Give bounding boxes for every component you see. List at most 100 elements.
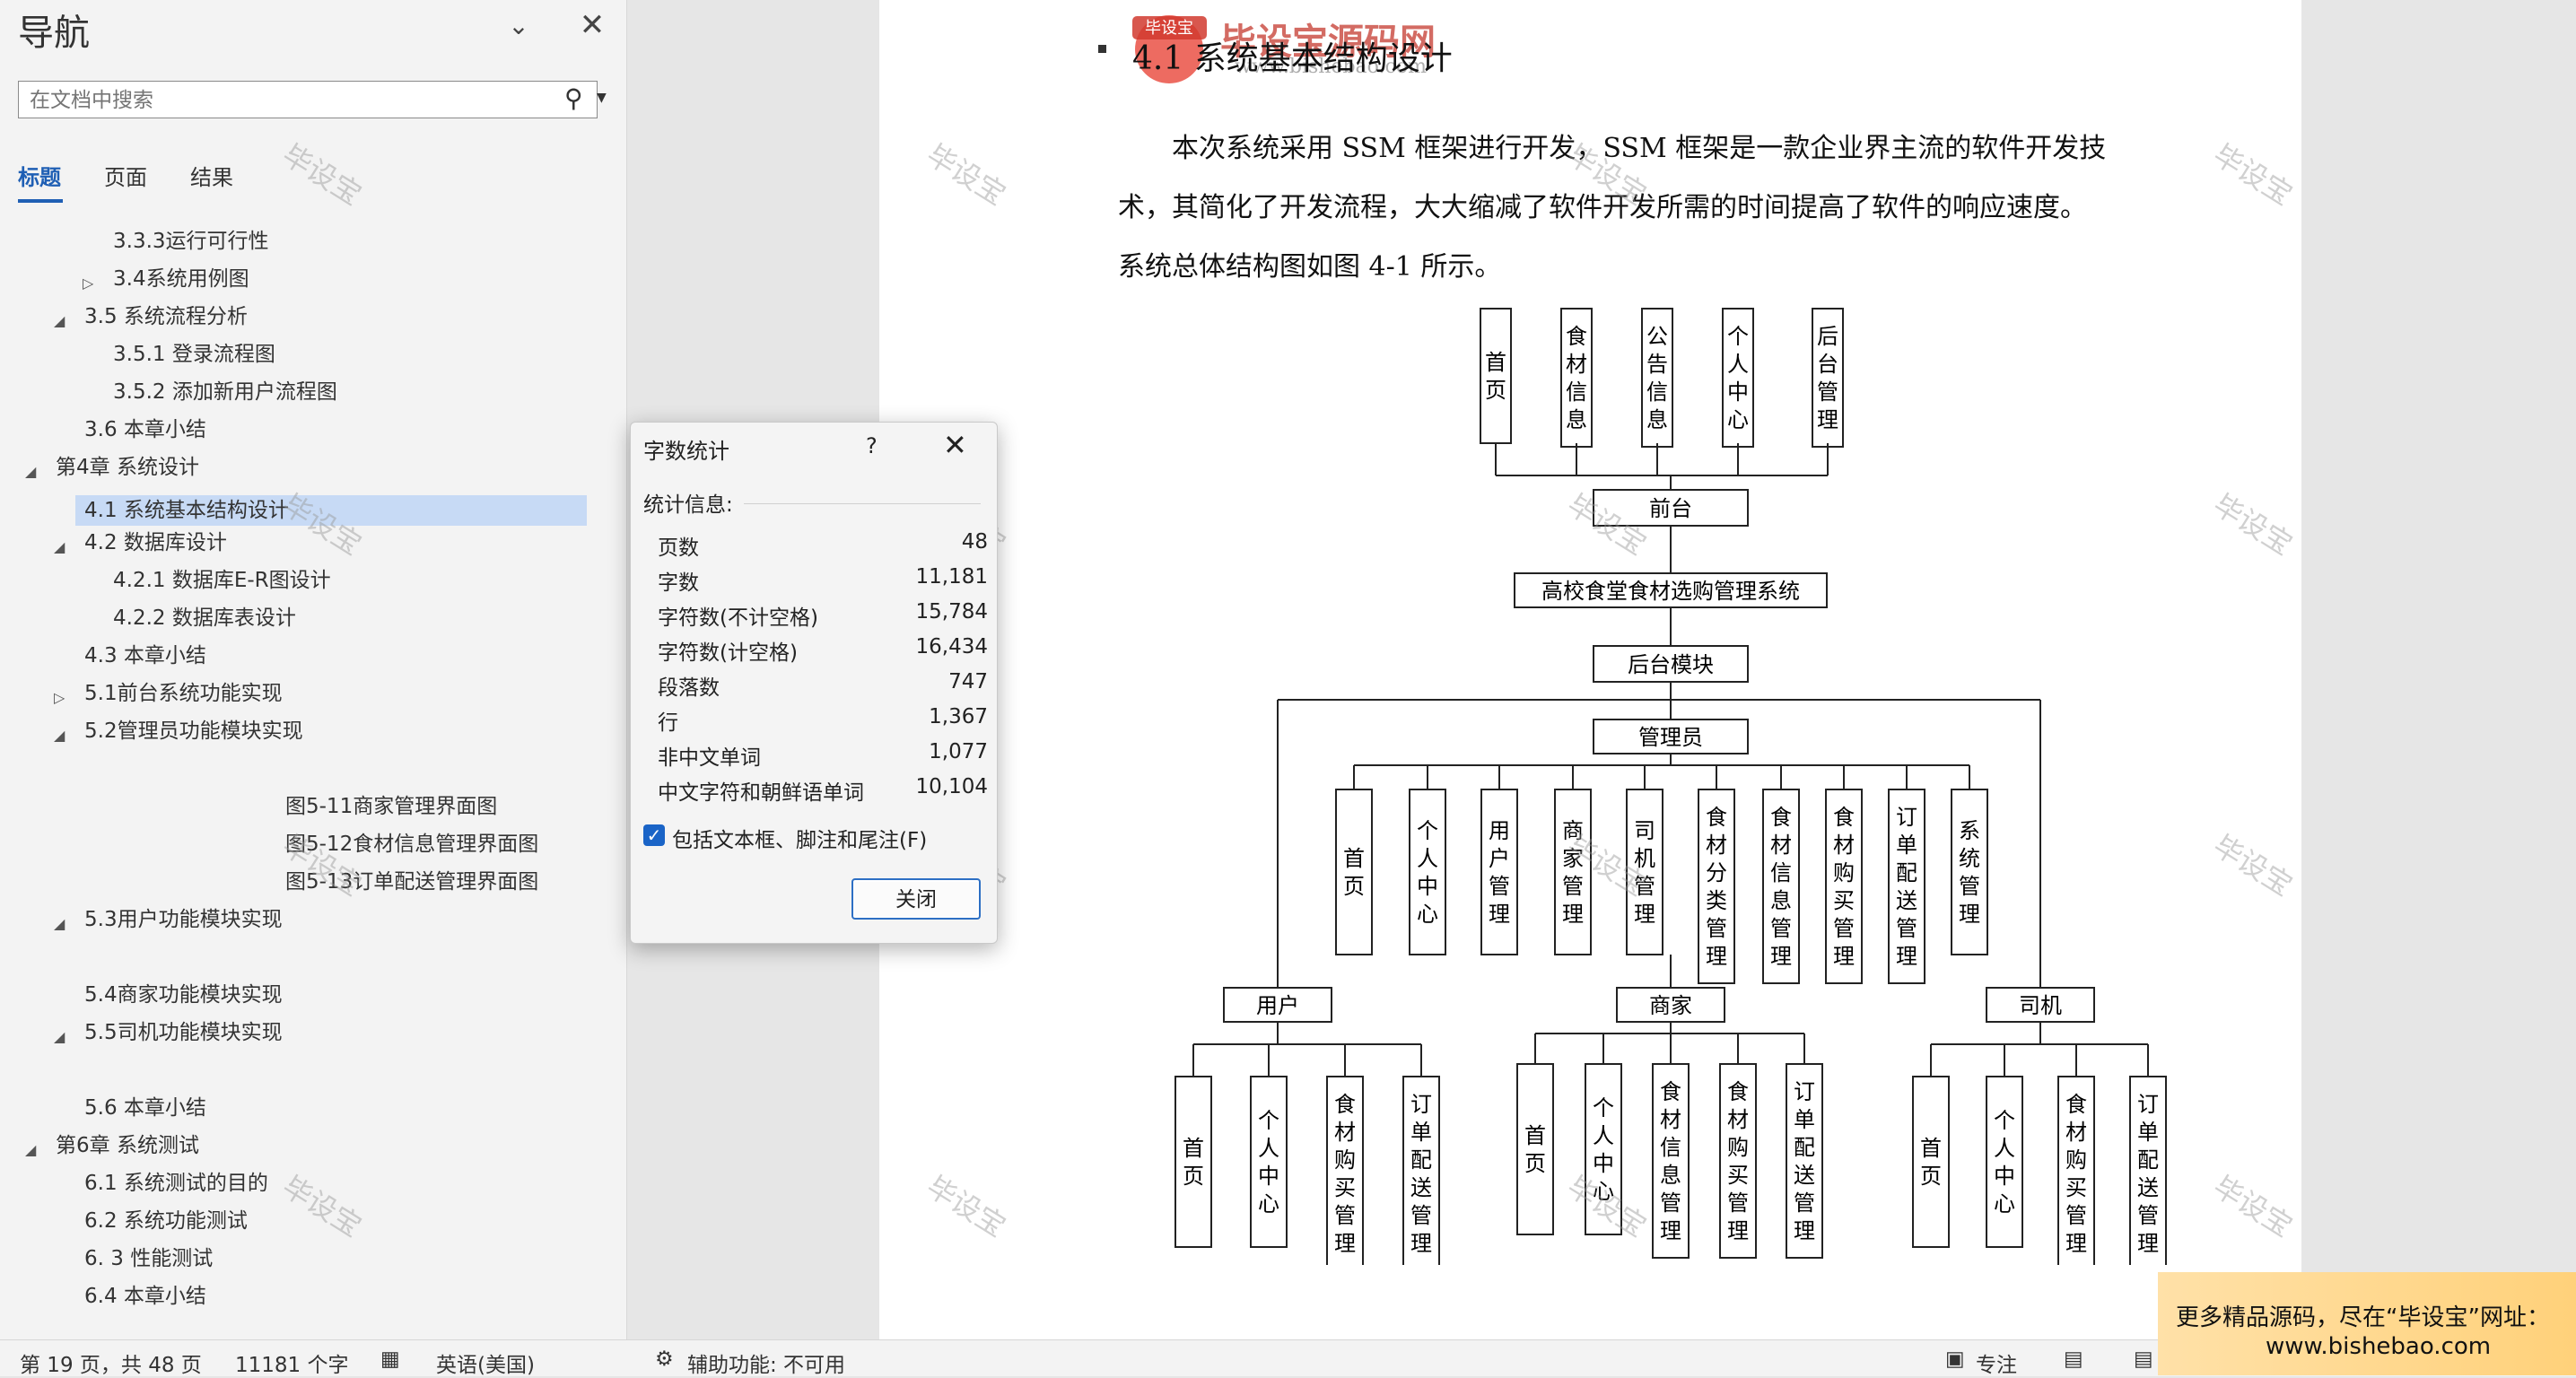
ad-banner[interactable]: 更多精品源码，尽在“毕设宝”网址： www.bishebao.com: [2158, 1272, 2576, 1375]
driver-item-char: 页: [1920, 1164, 1942, 1189]
tree-item[interactable]: 图5-11商家管理界面图: [285, 791, 497, 822]
driver-item-box: [1912, 1076, 1950, 1248]
admin-item-char: 订: [1896, 805, 1917, 830]
language[interactable]: 英语(美国): [436, 1347, 535, 1378]
proofing-icon[interactable]: ▦: [380, 1347, 400, 1371]
admin-item-char: 管: [1706, 916, 1727, 941]
merchant-node-label: 商家: [1649, 993, 1692, 1018]
tree-item[interactable]: 4.2.2 数据库表设计: [113, 603, 296, 633]
tree-item[interactable]: 3.6 本章小结: [84, 414, 206, 445]
front-item-char: 公: [1646, 324, 1668, 349]
expand-arrow-icon[interactable]: ▷: [54, 689, 65, 706]
collapse-arrow-icon[interactable]: ◢: [54, 1028, 65, 1045]
tree-item[interactable]: 5.5司机功能模块实现: [84, 1017, 283, 1048]
section-heading: 4.1 系统基本结构设计: [1132, 40, 1453, 77]
admin-item-char: 信: [1770, 860, 1792, 885]
close-button[interactable]: 关闭: [851, 878, 981, 920]
tree-item[interactable]: 4.3 本章小结: [84, 641, 206, 671]
merchant-item-char: 送: [1794, 1163, 1815, 1188]
close-icon[interactable]: ✕: [574, 7, 610, 43]
tree-item[interactable]: 3.3.3运行可行性: [113, 226, 269, 257]
accessibility-status[interactable]: 辅助功能: 不可用: [687, 1347, 845, 1378]
admin-item-char: 食: [1706, 805, 1727, 830]
admin-item-char: 理: [1959, 902, 1980, 927]
heading-bullet: [1098, 45, 1106, 53]
front-item-char: 息: [1566, 407, 1587, 432]
tree-item[interactable]: 6.1 系统测试的目的: [84, 1168, 268, 1199]
page-indicator[interactable]: 第 19 页，共 48 页: [20, 1347, 202, 1378]
tree-item[interactable]: 5.2管理员功能模块实现: [84, 716, 303, 746]
system-node-label: 高校食堂食材选购管理系统: [1541, 579, 1800, 604]
user-item-char: 页: [1183, 1164, 1204, 1189]
print-layout-icon[interactable]: ▤: [2134, 1347, 2153, 1371]
search-icon[interactable]: ⚲: [564, 83, 583, 113]
ad-url[interactable]: www.bishebao.com: [2266, 1333, 2491, 1360]
ad-text: 更多精品源码，尽在“毕设宝”网址：: [2176, 1304, 2550, 1331]
collapse-arrow-icon[interactable]: ◢: [54, 915, 65, 932]
user-item-box: [1174, 1076, 1212, 1248]
driver-item-char: 个: [1994, 1108, 2015, 1133]
tab-results[interactable]: 结果: [190, 160, 233, 191]
tree-item[interactable]: 第4章 系统设计: [56, 452, 199, 483]
admin-item-char: 人: [1417, 846, 1438, 871]
tree-item[interactable]: 5.6 本章小结: [84, 1093, 206, 1123]
focus-icon[interactable]: ▣: [1945, 1347, 1965, 1371]
driver-node-label: 司机: [2019, 993, 2062, 1018]
navigation-pane: 导航 ⌄ ✕ ⚲ ▼ 标题 页面 结果 3.3.3运行可行性 ▷ 3.4系统用例…: [0, 0, 627, 1339]
focus-mode[interactable]: 专注: [1976, 1347, 2017, 1378]
front-item-char: 后: [1817, 324, 1838, 349]
paragraph-line: 本次系统采用 SSM 框架进行开发，SSM 框架是一款企业界主流的软件开发技: [1172, 133, 2107, 164]
tree-item[interactable]: 5.4商家功能模块实现: [84, 980, 283, 1010]
tree-item[interactable]: 6.2 系统功能测试: [84, 1206, 248, 1236]
merchant-item-char: 配: [1794, 1135, 1815, 1160]
word-count[interactable]: 11181 个字: [235, 1347, 348, 1378]
tree-item[interactable]: 5.1前台系统功能实现: [84, 678, 283, 709]
merchant-item-char: 理: [1660, 1218, 1681, 1243]
tree-item[interactable]: 3.5.1 登录流程图: [113, 339, 275, 370]
merchant-item-char: 息: [1660, 1163, 1681, 1188]
collapse-arrow-icon[interactable]: ◢: [25, 1141, 36, 1158]
tree-item[interactable]: 5.3用户功能模块实现: [84, 904, 283, 935]
nav-search-box[interactable]: ⚲ ▼: [18, 81, 607, 118]
collapse-arrow-icon[interactable]: ◢: [54, 727, 65, 744]
user-item-char: 理: [1334, 1231, 1356, 1256]
front-item-char: 信: [1566, 379, 1587, 405]
chevron-down-icon[interactable]: ▼: [597, 91, 607, 105]
tree-item[interactable]: 6.4 本章小结: [84, 1281, 206, 1312]
close-icon[interactable]: ✕: [943, 428, 967, 462]
stat-value: 48: [961, 530, 988, 554]
tree-item[interactable]: 3.5.2 添加新用户流程图: [113, 377, 337, 407]
merchant-item-char: 食: [1727, 1079, 1749, 1104]
tree-item[interactable]: 4.2 数据库设计: [84, 528, 227, 558]
include-textboxes-checkbox[interactable]: ✓: [643, 824, 665, 846]
driver-item-char: 心: [1994, 1191, 2015, 1217]
checkbox-label[interactable]: 包括文本框、脚注和尾注(F): [672, 823, 927, 853]
admin-item-box: [1335, 789, 1373, 955]
help-icon[interactable]: ?: [866, 433, 878, 458]
chevron-down-icon[interactable]: ⌄: [502, 11, 535, 43]
tree-item[interactable]: 4.2.1 数据库E-R图设计: [113, 565, 331, 596]
admin-item-char: 材: [1833, 833, 1855, 858]
collapse-arrow-icon[interactable]: ◢: [54, 312, 65, 329]
driver-item-char: 管: [2137, 1203, 2159, 1228]
stat-label: 字符数(不计空格): [658, 606, 818, 630]
accessibility-icon[interactable]: ⚙: [655, 1347, 674, 1371]
expand-arrow-icon[interactable]: ▷: [83, 275, 93, 292]
front-item-char: 心: [1727, 407, 1749, 432]
tab-headings[interactable]: 标题: [18, 160, 61, 191]
search-input[interactable]: [28, 85, 552, 116]
stat-label: 中文字符和朝鲜语单词: [658, 781, 864, 805]
read-mode-icon[interactable]: ▤: [2064, 1347, 2083, 1371]
driver-item-char: 理: [2065, 1231, 2087, 1256]
tree-item[interactable]: 3.5 系统流程分析: [84, 301, 248, 332]
front-item-char: 中: [1727, 379, 1749, 405]
collapse-arrow-icon[interactable]: ◢: [54, 538, 65, 555]
tree-item[interactable]: 6. 3 性能测试: [84, 1243, 213, 1274]
tree-item[interactable]: 第6章 系统测试: [56, 1130, 199, 1161]
tree-item[interactable]: 3.4系统用例图: [113, 264, 249, 294]
admin-item-char: 材: [1706, 833, 1727, 858]
tab-pages[interactable]: 页面: [104, 160, 147, 191]
collapse-arrow-icon[interactable]: ◢: [25, 463, 36, 480]
merchant-item-box: [1516, 1063, 1554, 1235]
front-node-label: 前台: [1649, 496, 1692, 521]
